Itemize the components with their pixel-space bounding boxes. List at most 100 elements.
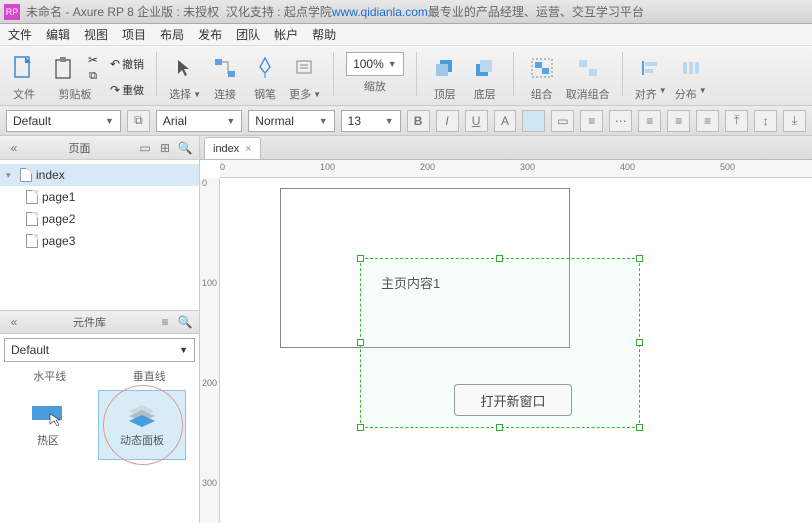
border-width-button[interactable]: ≡	[580, 110, 603, 132]
text-color-button[interactable]: A	[494, 110, 517, 132]
tab-index[interactable]: index×	[204, 137, 261, 159]
pages-title: 页面	[26, 140, 133, 156]
ungroup-button[interactable]	[572, 52, 604, 84]
page-icon	[26, 190, 38, 204]
ruler-vertical: 0 100 200 300	[200, 178, 220, 523]
resize-handle[interactable]	[357, 339, 364, 346]
lib-menu-icon[interactable]: ≡	[157, 314, 173, 330]
paste-button[interactable]	[48, 52, 80, 84]
widget-hotspot[interactable]: 热区	[4, 390, 92, 460]
toolbar: 文件 ✂ ⧉ 剪贴板 ↶撤销 ↷重做 选择▼ 连接 钢笔 更多▼ 100%	[0, 46, 812, 106]
collapse-icon[interactable]: «	[6, 140, 22, 156]
connect-button[interactable]	[209, 52, 241, 84]
page-row-page3[interactable]: page3	[0, 230, 199, 252]
library-set-combo[interactable]: Default▼	[4, 338, 195, 362]
type-vertical[interactable]: 垂直线	[133, 368, 166, 384]
group-button[interactable]	[526, 52, 558, 84]
select-label: 选择	[169, 86, 191, 102]
menu-edit[interactable]: 编辑	[46, 26, 70, 43]
cut-button[interactable]: ✂	[84, 53, 102, 67]
group-undo: ↶撤销 ↷重做	[110, 52, 144, 102]
align-right-button[interactable]: ≡	[696, 110, 719, 132]
resize-handle[interactable]	[357, 255, 364, 262]
border-style-button[interactable]: ⋯	[609, 110, 632, 132]
style-manager-button[interactable]: ⧉	[127, 110, 150, 132]
distribute-label: 分布	[675, 86, 697, 102]
widget-dynamic-panel[interactable]: 动态面板	[98, 390, 186, 460]
fill-color-button[interactable]	[522, 110, 545, 132]
app-icon: RP	[4, 4, 20, 20]
menu-view[interactable]: 视图	[84, 26, 108, 43]
support-link[interactable]: www.qidianla.com	[332, 5, 428, 19]
close-icon[interactable]: ×	[245, 143, 251, 155]
group-more: 更多▼	[289, 52, 321, 102]
canvas-area: index× 0 100 200 300 400 500 0 100 200 3…	[200, 136, 812, 523]
menu-bar: 文件 编辑 视图 项目 布局 发布 团队 帐户 帮助	[0, 24, 812, 46]
ruler-horizontal: 0 100 200 300 400 500	[220, 160, 812, 178]
pages-tree: ▾index page1 page2 page3	[0, 160, 199, 310]
group-select: 选择▼	[169, 52, 201, 102]
page-row-index[interactable]: ▾index	[0, 164, 199, 186]
valign-bot-button[interactable]: ⤓	[783, 110, 806, 132]
valign-top-button[interactable]: ⤒	[725, 110, 748, 132]
align-button[interactable]	[635, 52, 667, 84]
main-area: « 页面 ▭ ⊞ 🔍 ▾index page1 page2 page3 « 元件…	[0, 136, 812, 523]
bold-button[interactable]: B	[407, 110, 430, 132]
zoom-combo[interactable]: 100% ▼	[346, 52, 404, 76]
menu-project[interactable]: 项目	[122, 26, 146, 43]
zoom-value: 100%	[353, 57, 384, 71]
resize-handle[interactable]	[636, 339, 643, 346]
valign-mid-button[interactable]: ↕	[754, 110, 777, 132]
more-button[interactable]	[289, 52, 321, 84]
library-grid: 热区 动态面板	[0, 386, 199, 464]
resize-handle[interactable]	[636, 424, 643, 431]
font-combo[interactable]: Arial▼	[156, 110, 242, 132]
resize-handle[interactable]	[496, 424, 503, 431]
add-folder-icon[interactable]: ⊞	[157, 140, 173, 156]
bring-front-button[interactable]	[429, 52, 461, 84]
canvas[interactable]: 主页内容1 打开新窗口	[220, 178, 812, 523]
type-horizontal[interactable]: 水平线	[33, 368, 66, 384]
widget-label: 动态面板	[120, 432, 164, 448]
align-label: 对齐	[635, 86, 657, 102]
open-window-button[interactable]: 打开新窗口	[454, 384, 572, 416]
resize-handle[interactable]	[357, 424, 364, 431]
page-row-page2[interactable]: page2	[0, 208, 199, 230]
widget-label: 热区	[37, 432, 59, 448]
group-label: 组合	[531, 86, 553, 102]
border-color-button[interactable]: ▭	[551, 110, 574, 132]
send-back-button[interactable]	[469, 52, 501, 84]
product-name: Axure RP 8 企业版 : 未授权	[73, 5, 219, 19]
resize-handle[interactable]	[636, 255, 643, 262]
style-combo[interactable]: Default▼	[6, 110, 121, 132]
add-page-icon[interactable]: ▭	[137, 140, 153, 156]
page-row-page1[interactable]: page1	[0, 186, 199, 208]
search-icon[interactable]: 🔍	[177, 140, 193, 156]
new-file-button[interactable]	[8, 52, 40, 84]
menu-layout[interactable]: 布局	[160, 26, 184, 43]
group-ungroup: 取消组合	[566, 52, 610, 102]
menu-help[interactable]: 帮助	[312, 26, 336, 43]
align-center-button[interactable]: ≡	[667, 110, 690, 132]
menu-team[interactable]: 团队	[236, 26, 260, 43]
menu-publish[interactable]: 发布	[198, 26, 222, 43]
copy-button[interactable]: ⧉	[84, 69, 102, 83]
search-icon[interactable]: 🔍	[177, 314, 193, 330]
menu-file[interactable]: 文件	[8, 26, 32, 43]
undo-button[interactable]: ↶撤销	[110, 52, 144, 76]
italic-button[interactable]: I	[436, 110, 459, 132]
collapse-icon[interactable]: «	[6, 314, 22, 330]
redo-button[interactable]: ↷重做	[110, 78, 144, 102]
pen-button[interactable]	[249, 52, 281, 84]
chevron-down-icon: ▼	[388, 59, 397, 69]
weight-combo[interactable]: Normal▼	[248, 110, 334, 132]
align-left-button[interactable]: ≡	[638, 110, 661, 132]
group-clipboard: ✂ ⧉ 剪贴板	[48, 52, 102, 102]
resize-handle[interactable]	[496, 255, 503, 262]
distribute-button[interactable]	[675, 52, 707, 84]
select-button[interactable]	[169, 52, 201, 84]
select-arrow-icon[interactable]: ▼	[193, 90, 201, 99]
menu-account[interactable]: 帐户	[274, 26, 298, 43]
size-combo[interactable]: 13▼	[341, 110, 401, 132]
underline-button[interactable]: U	[465, 110, 488, 132]
